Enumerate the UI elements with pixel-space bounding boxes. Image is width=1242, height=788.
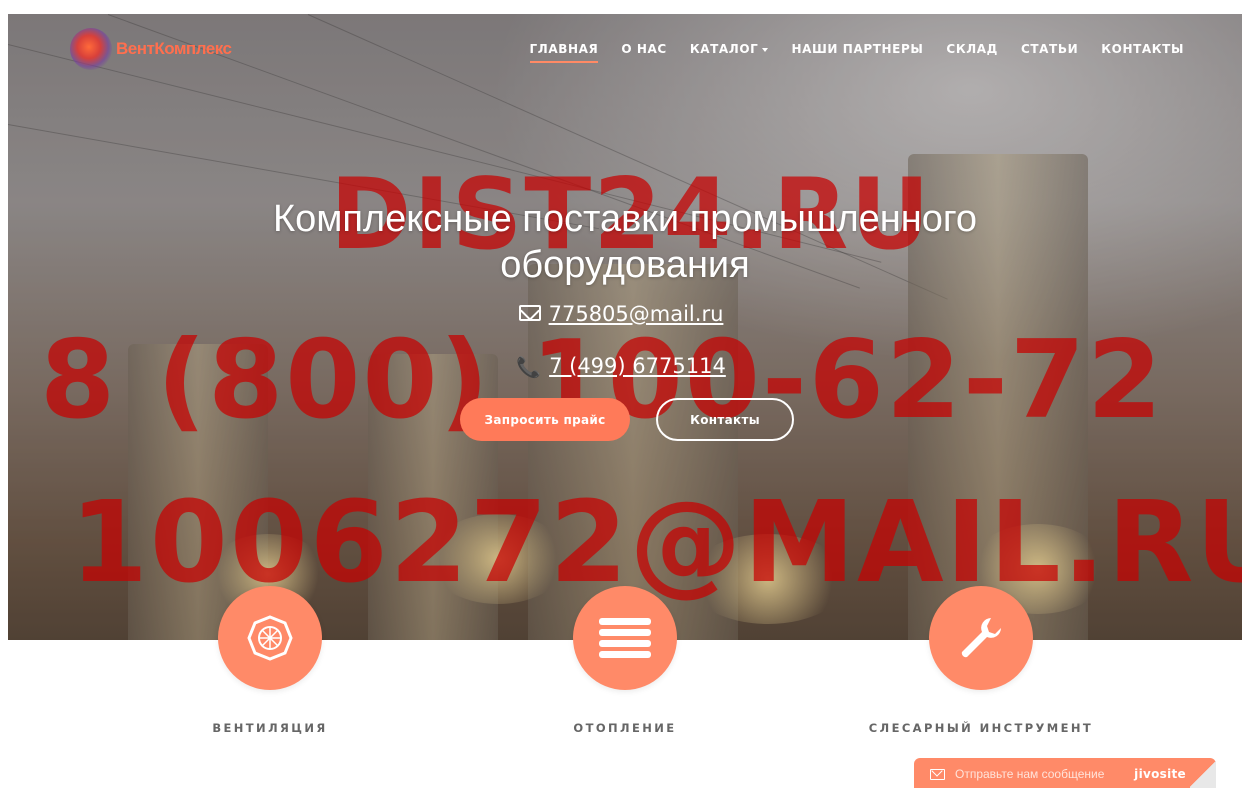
nav-item-contacts[interactable]: КОНТАКТЫ (1101, 42, 1184, 62)
feature-label: ОТОПЛЕНИЕ (573, 721, 677, 735)
nav-item-home[interactable]: ГЛАВНАЯ (529, 42, 599, 63)
envelope-icon (518, 305, 541, 321)
main-nav: ГЛАВНАЯ О НАС КАТАЛОГ НАШИ ПАРТНЕРЫ СКЛА… (507, 42, 1185, 63)
logo-text: ВентКомплекс (116, 39, 232, 58)
chat-brand: jivosite (1134, 767, 1186, 781)
nav-item-catalog-label: КАТАЛОГ (689, 42, 759, 56)
feature-ventilation[interactable]: ВЕНТИЛЯЦИЯ (150, 586, 390, 735)
feature-heating[interactable]: ОТОПЛЕНИЕ (505, 586, 745, 735)
site-logo[interactable]: ВентКомплекс (70, 28, 232, 70)
chat-corner-fold (1190, 758, 1216, 788)
chat-widget[interactable]: Отправьте нам сообщение jivosite (914, 758, 1216, 788)
nav-item-warehouse[interactable]: СКЛАД (946, 42, 998, 62)
feature-icon-circle (929, 586, 1033, 690)
nav-item-articles[interactable]: СТАТЬИ (1021, 42, 1078, 62)
page: DIST24.RU 8 (800) 100-62-72 1006272@MAIL… (0, 0, 1242, 788)
feature-icon-circle (218, 586, 322, 690)
contacts-button[interactable]: Контакты (656, 398, 794, 441)
feature-label: ВЕНТИЛЯЦИЯ (212, 721, 328, 735)
wrench-icon (961, 618, 1001, 658)
chat-message-prompt: Отправьте нам сообщение (955, 767, 1105, 781)
mail-icon (930, 768, 945, 780)
nav-item-catalog[interactable]: КАТАЛОГ (690, 42, 769, 62)
hero-headline: Комплексные поставки промышленного обору… (272, 198, 978, 286)
chevron-down-icon (762, 47, 769, 52)
hero-phone-line: 📞 7 (499) 6775114 (0, 354, 1242, 379)
hero-phone-link[interactable]: 7 (499) 6775114 (549, 354, 726, 378)
hero-email-link[interactable]: 775805@mail.ru (549, 302, 724, 326)
phone-icon: 📞 (516, 355, 542, 379)
feature-icon-circle (573, 586, 677, 690)
logo-icon (70, 28, 112, 70)
radiator-icon (599, 618, 651, 658)
nav-item-partners[interactable]: НАШИ ПАРТНЕРЫ (791, 42, 923, 62)
feature-tools[interactable]: СЛЕСАРНЫЙ ИНСТРУМЕНТ (861, 586, 1101, 735)
feature-label: СЛЕСАРНЫЙ ИНСТРУМЕНТ (868, 721, 1094, 735)
nav-item-about[interactable]: О НАС (621, 42, 667, 62)
hero-email-line: 775805@mail.ru (0, 302, 1242, 326)
fan-icon (247, 615, 293, 661)
request-price-button[interactable]: Запросить прайс (460, 398, 630, 441)
